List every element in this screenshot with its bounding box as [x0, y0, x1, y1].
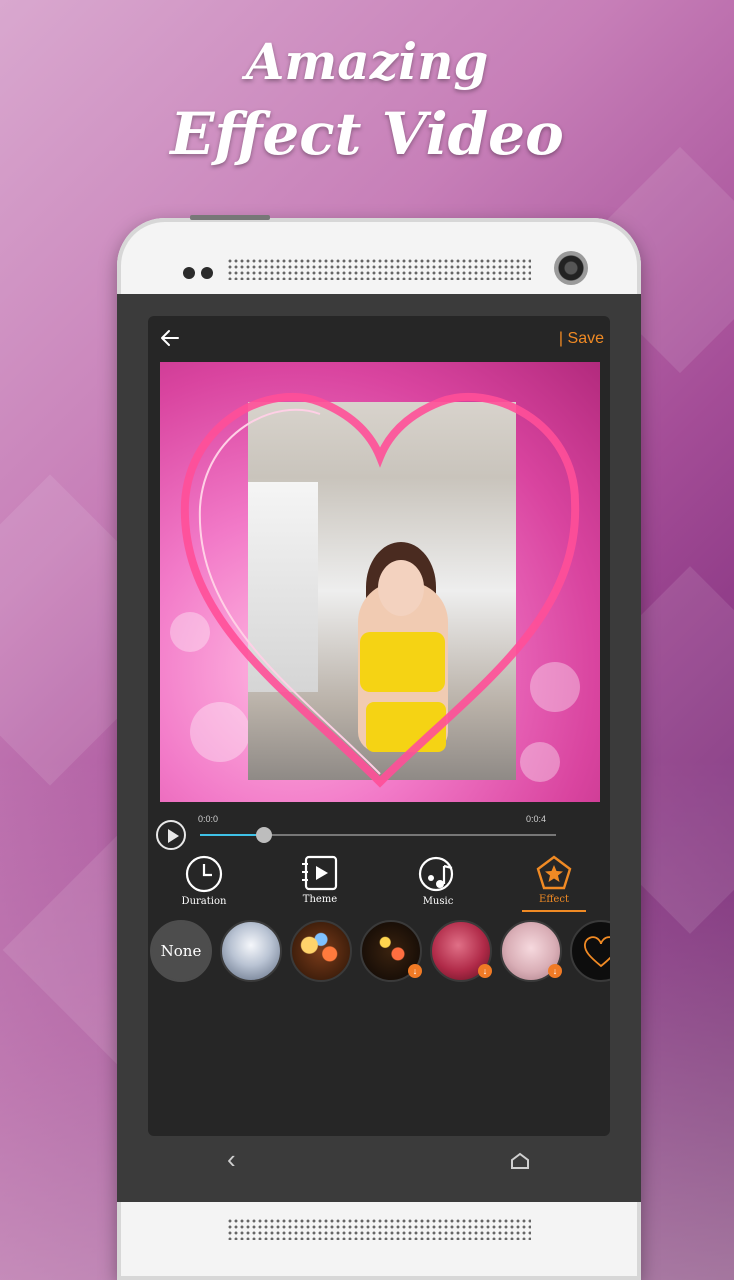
download-badge-icon: ↓: [478, 964, 492, 978]
tab-label: Duration: [181, 896, 227, 907]
app-screen: | Save 0:0:0 0:0:4 Duration Theme Music …: [148, 316, 610, 1136]
time-end: 0:0:4: [526, 814, 547, 824]
theme-icon: [302, 855, 338, 891]
time-start: 0:0:0: [198, 814, 219, 824]
download-badge-icon: ↓: [548, 964, 562, 978]
music-icon: [418, 856, 454, 892]
tab-label: Theme: [302, 894, 338, 905]
front-sensor: [183, 267, 195, 279]
speaker-grill: [227, 258, 531, 280]
nav-home-icon[interactable]: [510, 1152, 530, 1170]
effect-bokeh-lights[interactable]: [290, 920, 352, 982]
tab-music[interactable]: Music: [398, 854, 478, 910]
active-tab-indicator: [522, 910, 586, 912]
nav-back-icon[interactable]: ‹: [227, 1146, 251, 1172]
seek-track[interactable]: [200, 827, 556, 843]
effect-red-hearts[interactable]: ↓: [430, 920, 492, 982]
effect-pink-bokeh[interactable]: ↓: [500, 920, 562, 982]
phone-notch: [190, 215, 270, 220]
effect-strip: None ↓ ↓ ↓: [150, 920, 610, 984]
back-arrow-icon[interactable]: [158, 326, 182, 350]
effect-fireworks[interactable]: ↓: [360, 920, 422, 982]
effect-snow-glitter[interactable]: [220, 920, 282, 982]
video-preview: [160, 362, 600, 802]
promo-title-line2: Effect Video: [170, 100, 564, 168]
front-camera: [554, 251, 588, 285]
download-badge-icon: ↓: [408, 964, 422, 978]
bottom-speaker-grill: [227, 1218, 531, 1240]
seek-knob[interactable]: [256, 827, 273, 843]
front-sensor: [201, 267, 213, 279]
clock-icon: [185, 855, 223, 893]
promo-title-line1: Amazing: [245, 32, 489, 91]
tab-duration[interactable]: Duration: [164, 854, 244, 910]
phone-frame: | Save 0:0:0 0:0:4 Duration Theme Music …: [117, 215, 641, 1280]
tab-label: Music: [422, 896, 454, 907]
play-button[interactable]: [156, 820, 186, 850]
neon-heart-icon: [584, 936, 610, 968]
save-button[interactable]: | Save: [559, 330, 604, 348]
effect-none[interactable]: None: [150, 920, 212, 982]
tab-effect[interactable]: Effect: [514, 854, 594, 910]
effect-neon-heart[interactable]: [570, 920, 610, 982]
pentagon-star-icon: [536, 855, 572, 890]
tab-label: Effect: [539, 894, 569, 905]
tab-theme[interactable]: Theme: [280, 854, 360, 910]
playback-bar: 0:0:0 0:0:4: [156, 814, 596, 852]
heart-frame-overlay: [180, 392, 580, 788]
seek-progress: [200, 834, 265, 836]
phone-body: | Save 0:0:0 0:0:4 Duration Theme Music …: [117, 294, 641, 1202]
